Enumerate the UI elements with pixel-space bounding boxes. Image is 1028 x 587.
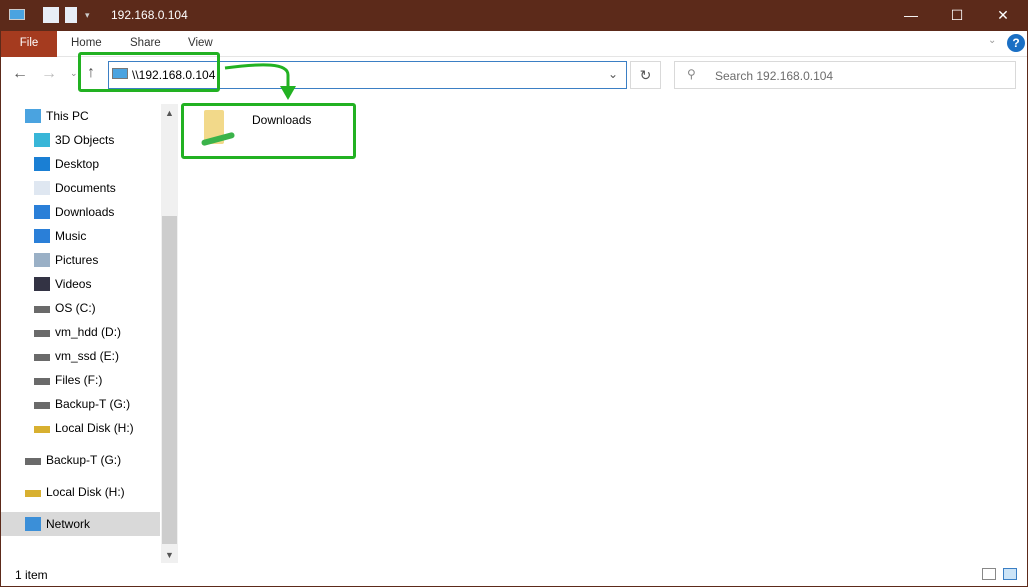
computer-icon [9, 9, 25, 20]
tab-file[interactable]: File [1, 31, 57, 57]
sidebar-item-label: Backup-T (G:) [55, 397, 131, 411]
recent-locations-icon[interactable]: ⌄ [70, 68, 78, 79]
sidebar-item-label: Network [46, 517, 91, 531]
sidebar-item[interactable]: Desktop [1, 152, 160, 176]
drive-icon [34, 354, 50, 361]
large-icons-view-icon[interactable] [1003, 568, 1017, 580]
sidebar-item[interactable]: OS (C:) [1, 296, 160, 320]
address-dropdown-icon[interactable]: ⌄ [608, 67, 618, 81]
sidebar-item[interactable]: This PC [1, 104, 160, 128]
drive-icon [34, 330, 50, 337]
cube-icon [34, 133, 50, 147]
sidebar-item[interactable]: Backup-T (G:) [1, 392, 160, 416]
nav-scrollbar[interactable]: ▲ ▼ [161, 104, 178, 563]
sidebar-item[interactable]: Downloads [1, 200, 160, 224]
drive-icon [25, 458, 41, 465]
locked-drive-icon [25, 490, 41, 497]
scrollbar-thumb[interactable] [162, 216, 177, 544]
search-input[interactable]: ⚲ Search 192.168.0.104 [674, 61, 1016, 89]
back-button[interactable]: ← [12, 65, 28, 83]
sidebar-item[interactable]: Documents [1, 176, 160, 200]
sidebar-item[interactable]: Music [1, 224, 160, 248]
item-count: 1 item [15, 568, 48, 582]
title-bar: ▾ 192.168.0.104 — ☐ ✕ [1, 0, 1027, 31]
drive-icon [34, 378, 50, 385]
sidebar-item-label: This PC [46, 109, 89, 123]
system-drive-icon [34, 306, 50, 313]
sidebar-item-label: Videos [55, 277, 92, 291]
scroll-down-icon[interactable]: ▼ [161, 550, 178, 560]
folder-highlight-box [181, 103, 356, 159]
sidebar-item-label: Local Disk (H:) [55, 421, 134, 435]
picture-icon [34, 253, 50, 267]
sidebar-item-label: 3D Objects [55, 133, 115, 147]
search-placeholder: Search 192.168.0.104 [715, 69, 834, 83]
sidebar-item[interactable]: Local Disk (H:) [1, 416, 160, 440]
locked-drive-icon [34, 426, 50, 433]
explorer-window: ▾ 192.168.0.104 — ☐ ✕ File Home Share Vi… [1, 0, 1027, 586]
expand-ribbon-icon[interactable]: ⌄ [988, 35, 996, 46]
sidebar-item-label: Pictures [55, 253, 99, 267]
sidebar-item-label: Desktop [55, 157, 100, 171]
refresh-button[interactable]: ↻ [630, 61, 661, 89]
sidebar-item[interactable]: Backup-T (G:) [1, 448, 160, 472]
customize-quick-access-icon[interactable]: ▾ [85, 10, 101, 26]
annotation-arrow [224, 63, 296, 100]
sidebar-item-label: Files (F:) [55, 373, 103, 387]
network-icon [25, 517, 41, 531]
details-view-icon[interactable] [982, 568, 996, 580]
sidebar-item[interactable]: Pictures [1, 248, 160, 272]
sidebar-item-label: Local Disk (H:) [46, 485, 125, 499]
search-icon: ⚲ [687, 67, 696, 81]
help-button[interactable]: ? [1007, 34, 1025, 52]
music-note-icon [34, 229, 50, 243]
computer-icon [25, 109, 41, 123]
new-folder-icon[interactable] [65, 7, 77, 23]
maximize-button[interactable]: ☐ [934, 0, 980, 31]
sidebar-item[interactable]: Network [1, 512, 160, 536]
sidebar-item[interactable]: vm_hdd (D:) [1, 320, 160, 344]
sidebar-item[interactable]: vm_ssd (E:) [1, 344, 160, 368]
forward-button[interactable]: → [41, 65, 57, 83]
film-icon [34, 277, 50, 291]
close-button[interactable]: ✕ [980, 0, 1026, 31]
download-arrow-icon [34, 205, 50, 219]
sidebar-item[interactable]: Local Disk (H:) [1, 480, 160, 504]
sidebar-item-label: Backup-T (G:) [46, 453, 122, 467]
sidebar-item[interactable]: 3D Objects [1, 128, 160, 152]
window-title: 192.168.0.104 [111, 8, 188, 22]
scroll-up-icon[interactable]: ▲ [161, 108, 178, 118]
status-bar: 1 item [1, 563, 1027, 586]
desktop-icon [34, 157, 50, 171]
sidebar-item-label: vm_ssd (E:) [55, 349, 120, 363]
minimize-button[interactable]: — [888, 0, 934, 31]
sidebar-item-label: Music [55, 229, 87, 243]
sidebar-item[interactable]: Files (F:) [1, 368, 160, 392]
drive-icon [34, 402, 50, 409]
address-highlight-box [78, 52, 220, 92]
document-icon [34, 181, 50, 195]
sidebar-item-label: Documents [55, 181, 116, 195]
sidebar-item-label: OS (C:) [55, 301, 96, 315]
properties-icon[interactable] [43, 7, 59, 23]
sidebar-item[interactable]: Videos [1, 272, 160, 296]
sidebar-item-label: vm_hdd (D:) [55, 325, 122, 339]
sidebar-item-label: Downloads [55, 205, 115, 219]
